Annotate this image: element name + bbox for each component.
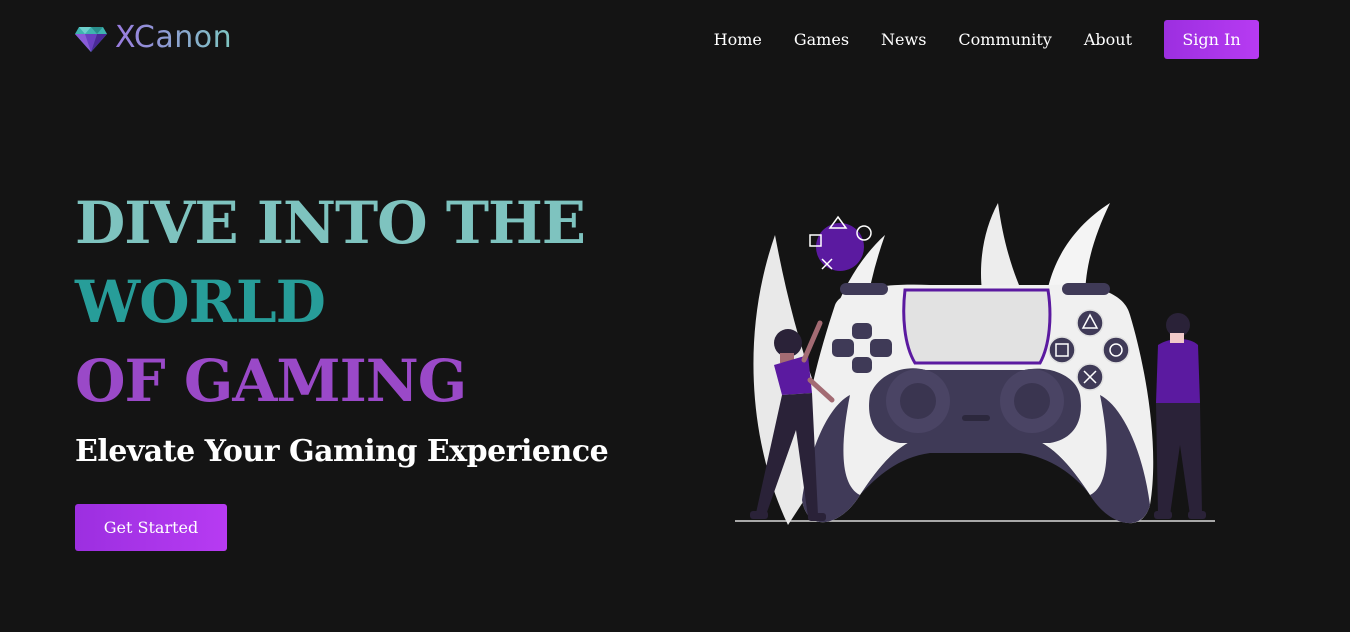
sign-in-button[interactable]: Sign In: [1164, 20, 1259, 59]
touchpad: [902, 288, 1052, 365]
right-person: [1154, 313, 1206, 519]
nav-home[interactable]: Home: [714, 20, 762, 59]
main-nav: Home Games News Community About Sign In: [714, 20, 1259, 59]
brand-name: XCanon: [115, 20, 233, 55]
diamond-icon: [75, 27, 107, 52]
nav-about[interactable]: About: [1084, 20, 1132, 59]
nav-community[interactable]: Community: [958, 20, 1051, 59]
nav-games[interactable]: Games: [794, 20, 849, 59]
hero-title: DIVE INTO THE WORLD OF GAMING: [75, 184, 586, 421]
brand-logo[interactable]: XCanon: [75, 20, 232, 56]
get-started-button[interactable]: Get Started: [75, 504, 227, 551]
hero-title-line-2: WORLD: [75, 268, 326, 336]
hero-subtitle: Elevate Your Gaming Experience: [75, 434, 609, 469]
hero-title-line-1: DIVE INTO THE: [75, 189, 586, 257]
game-controller-illustration: [735, 203, 1215, 525]
hero-title-line-3: OF GAMING: [75, 347, 467, 415]
nav-news[interactable]: News: [881, 20, 926, 59]
